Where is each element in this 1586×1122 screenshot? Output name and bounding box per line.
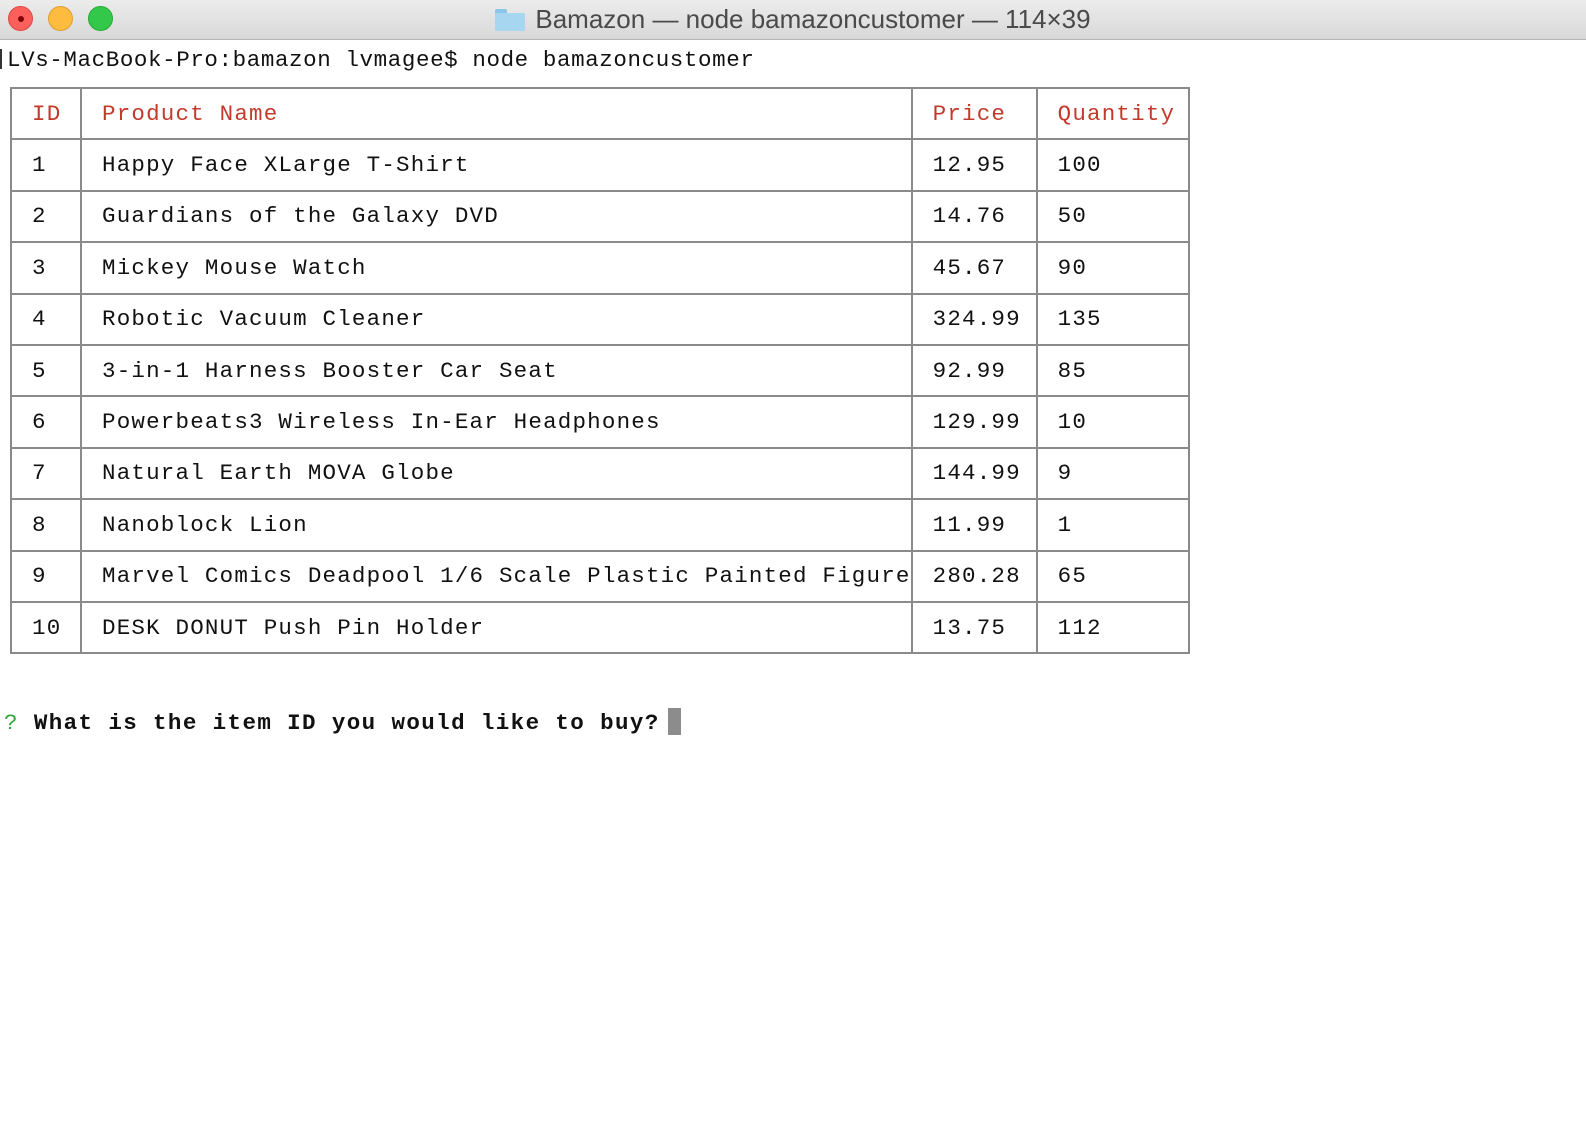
cell-price: 324.99 <box>910 292 1038 346</box>
table-row: 9 Marvel Comics Deadpool 1/6 Scale Plasti… <box>10 549 1190 603</box>
cell-product-name: Nanoblock Lion <box>80 498 913 552</box>
table-row: 3 Mickey Mouse Watch 45.67 90 <box>10 241 1190 295</box>
window-title-text: Bamazon — node bamazoncustomer — 114×39 <box>535 4 1091 34</box>
cell-id: 4 <box>10 292 82 346</box>
cut-off-character <box>0 49 6 69</box>
products-table: ID Product Name Price Quantity 1 Happy Fa… <box>10 86 1190 655</box>
cell-price: 12.95 <box>910 138 1038 192</box>
question-text: What is the item ID you would like to bu… <box>33 710 660 736</box>
cell-price: 11.99 <box>910 498 1038 552</box>
cell-product-name: Natural Earth MOVA Globe <box>80 446 913 501</box>
cell-id: 3 <box>10 241 82 295</box>
cell-product-name: Robotic Vacuum Cleaner <box>80 292 913 346</box>
text-cursor <box>667 708 681 735</box>
cell-id: 6 <box>10 395 82 449</box>
cell-id: 10 <box>10 600 82 655</box>
cell-quantity: 135 <box>1035 292 1190 346</box>
terminal-content[interactable]: LVs-MacBook-Pro:bamazon lvmagee$ node ba… <box>0 40 1586 1122</box>
cell-product-name: Powerbeats3 Wireless In-Ear Headphones <box>80 395 913 449</box>
table-row: 7 Natural Earth MOVA Globe 144.99 9 <box>10 446 1190 501</box>
cell-price: 144.99 <box>910 446 1038 501</box>
folder-icon <box>495 9 526 31</box>
cell-id: 5 <box>10 343 82 398</box>
table-body: 1 Happy Face XLarge T-Shirt 12.95 100 2 Guard… <box>10 138 1190 655</box>
cell-price: 14.76 <box>910 189 1038 244</box>
header-product-name: Product Name <box>80 86 913 141</box>
cell-product-name: 3-in-1 Harness Booster Car Seat <box>80 343 913 398</box>
cell-price: 129.99 <box>910 395 1038 449</box>
table-row: 6 Powerbeats3 Wireless In-Ear Headphones 1… <box>10 395 1190 449</box>
cell-id: 8 <box>10 498 82 552</box>
table-row: 2 Guardians of the Galaxy DVD 14.76 50 <box>10 189 1190 244</box>
cell-id: 9 <box>10 549 82 603</box>
cell-price: 280.28 <box>910 549 1038 603</box>
table-row: 4 Robotic Vacuum Cleaner 324.99 135 <box>10 292 1190 346</box>
cell-id: 1 <box>10 138 82 192</box>
cell-quantity: 1 <box>1035 498 1190 552</box>
input-prompt[interactable]: ? What is the item ID you would like to … <box>4 707 681 739</box>
cell-id: 7 <box>10 446 82 501</box>
cell-quantity: 10 <box>1035 395 1190 449</box>
cell-price: 13.75 <box>910 600 1038 655</box>
header-quantity: Quantity <box>1035 86 1190 141</box>
cell-quantity: 90 <box>1035 241 1190 295</box>
terminal-window: Bamazon — node bamazoncustomer — 114×39 … <box>0 0 1586 1122</box>
cell-product-name: Happy Face XLarge T-Shirt <box>80 138 913 192</box>
cell-price: 45.67 <box>910 241 1038 295</box>
cell-id: 2 <box>10 189 82 244</box>
table-header-row: ID Product Name Price Quantity <box>10 86 1190 141</box>
cell-price: 92.99 <box>910 343 1038 398</box>
cell-quantity: 9 <box>1035 446 1190 501</box>
cell-quantity: 85 <box>1035 343 1190 398</box>
table-row: 1 Happy Face XLarge T-Shirt 12.95 100 <box>10 138 1190 192</box>
window-title: Bamazon — node bamazoncustomer — 114×39 <box>0 3 1586 35</box>
cell-product-name: Guardians of the Galaxy DVD <box>80 189 913 244</box>
title-bar[interactable]: Bamazon — node bamazoncustomer — 114×39 <box>0 0 1586 40</box>
cell-product-name: Mickey Mouse Watch <box>80 241 913 295</box>
header-price: Price <box>910 86 1038 141</box>
cell-quantity: 50 <box>1035 189 1190 244</box>
table-row: 10 DESK DONUT Push Pin Holder 13.75 112 <box>10 600 1190 655</box>
cell-quantity: 100 <box>1035 138 1190 192</box>
cell-product-name: DESK DONUT Push Pin Holder <box>80 600 913 655</box>
table-row: 8 Nanoblock Lion 11.99 1 <box>10 498 1190 552</box>
table-row: 5 3-in-1 Harness Booster Car Seat 92.99 85 <box>10 343 1190 398</box>
cell-quantity: 112 <box>1035 600 1190 655</box>
question-mark: ? <box>4 710 19 736</box>
cell-quantity: 65 <box>1035 549 1190 603</box>
header-id: ID <box>10 86 82 141</box>
cell-product-name: Marvel Comics Deadpool 1/6 Scale Plastic… <box>80 549 913 603</box>
command-text: LVs-MacBook-Pro:bamazon lvmagee$ node ba… <box>7 47 755 73</box>
command-line: LVs-MacBook-Pro:bamazon lvmagee$ node ba… <box>0 44 754 76</box>
